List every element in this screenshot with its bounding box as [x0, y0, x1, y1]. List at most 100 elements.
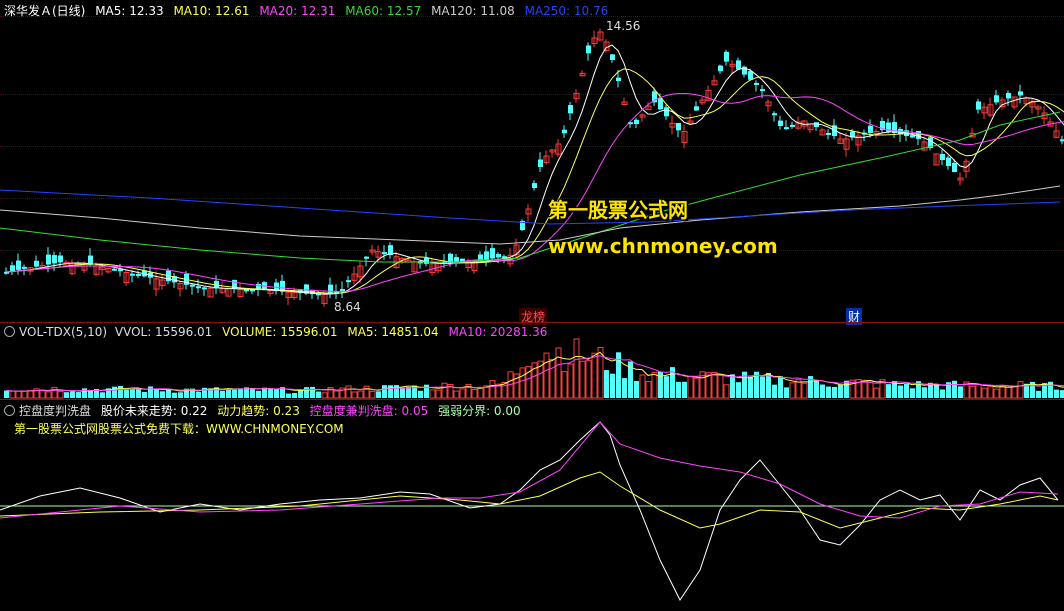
- vol-ma10-label: MA10: 20281.36: [448, 325, 548, 339]
- volume-panel[interactable]: VOL-TDX(5,10) VVOL: 15596.01 VOLUME: 155…: [0, 322, 1064, 399]
- volume-bar-down: [112, 386, 117, 398]
- price-plot: [0, 28, 1064, 307]
- volume-bar-up: [39, 389, 46, 399]
- watermark-url: www.chnmoney.com: [548, 234, 778, 258]
- volume-bar-down: [70, 391, 75, 398]
- volume-bar-up: [579, 360, 586, 399]
- volume-bar-down: [220, 390, 225, 398]
- candle-down: [112, 268, 117, 271]
- collapse-icon[interactable]: [4, 405, 15, 416]
- control-label: 控盘度兼判洗盘: 0.05: [309, 404, 429, 418]
- volume-bar-up: [489, 380, 496, 399]
- volume-bar-down: [682, 381, 687, 398]
- volume-bar-down: [748, 376, 753, 398]
- volume-bar-down: [826, 386, 831, 398]
- volume-bar-up: [27, 389, 34, 399]
- price-chart-panel[interactable]: 深华发Ａ(日线) MA5: 12.33 MA10: 12.61 MA20: 12…: [0, 0, 1064, 325]
- volume-bar-down: [784, 387, 789, 398]
- stock-title[interactable]: 深华发Ａ(日线): [4, 4, 85, 18]
- volume-bar-up: [567, 363, 574, 399]
- volume-bar-down: [178, 392, 183, 398]
- volume-bar-up: [471, 388, 478, 399]
- volume-bar-down: [82, 388, 87, 398]
- volume-bar-down: [292, 392, 297, 398]
- volume-bar-down: [952, 380, 957, 398]
- indicator-subline: 第一股票公式网股票公式免费下载：WWW.CHNMONEY.COM: [14, 422, 344, 436]
- candle-down: [664, 107, 669, 117]
- candle-down: [532, 183, 537, 188]
- volume-bar-down: [814, 380, 819, 398]
- ma20-label: MA20: 12.31: [259, 4, 336, 18]
- vvol-label: VVOL: 15596.01: [114, 325, 213, 339]
- volume-bar-up: [21, 390, 28, 399]
- volume-bar-down: [844, 380, 849, 398]
- candle-down: [790, 124, 795, 127]
- volume-bar-down: [760, 376, 765, 398]
- candle-down: [916, 130, 921, 139]
- volume-bar-up: [969, 385, 976, 399]
- indicator-name[interactable]: 控盘度判洗盘: [19, 404, 91, 418]
- volume-bar-down: [160, 391, 165, 398]
- volume-bar-down: [286, 393, 291, 398]
- candle-down: [616, 77, 621, 81]
- volume-bar-down: [124, 389, 129, 398]
- volume-bar-up: [981, 387, 988, 399]
- volume-bar-up: [549, 358, 556, 399]
- volume-bar-down: [622, 378, 627, 398]
- volume-bar-up: [57, 390, 64, 399]
- ma60-label: MA60: 12.57: [345, 4, 422, 18]
- volume-bar-down: [604, 370, 609, 398]
- divide-label: 强弱分界: 0.00: [438, 404, 521, 418]
- volume-bar-up: [543, 352, 550, 399]
- volume-bar-down: [838, 385, 843, 398]
- candle-down: [46, 254, 51, 265]
- candle-down: [10, 265, 15, 271]
- candle-down: [340, 289, 345, 292]
- volume-bar-down: [664, 376, 669, 398]
- ma120-label: MA120: 11.08: [431, 4, 515, 18]
- volume-bar-down: [400, 387, 405, 398]
- volume-indicator-name[interactable]: VOL-TDX(5,10): [19, 325, 107, 339]
- volume-bar-up: [723, 384, 730, 399]
- candle-down: [538, 159, 543, 167]
- volume-bar-down: [418, 390, 423, 398]
- volume-bar-down: [1060, 390, 1064, 398]
- candle-down: [940, 153, 945, 160]
- volume-bar-up: [993, 388, 1000, 399]
- watermark-title: 第一股票公式网: [548, 198, 688, 222]
- volume-bar-down: [304, 387, 309, 398]
- candle-down: [676, 123, 681, 131]
- volume-bar-down: [196, 391, 201, 398]
- indicator-panel[interactable]: 控盘度判洗盘 股价未来走势: 0.22 动力趋势: 0.23 控盘度兼判洗盘: …: [0, 399, 1064, 611]
- indicator-header: 控盘度判洗盘 股价未来走势: 0.22 动力趋势: 0.23 控盘度兼判洗盘: …: [4, 402, 527, 419]
- collapse-icon[interactable]: [4, 326, 15, 337]
- volume-bar-down: [232, 389, 237, 398]
- volume-bar-down: [166, 389, 171, 398]
- candle-down: [496, 254, 501, 258]
- volume-bar-up: [345, 385, 352, 399]
- candle-down: [58, 255, 63, 263]
- ma10-label: MA10: 12.61: [173, 4, 250, 18]
- volume-bar-up: [477, 386, 484, 399]
- volume-bar-down: [904, 384, 909, 398]
- volume-bar-up: [801, 382, 808, 399]
- volume-bar-down: [238, 388, 243, 398]
- volume-bar-up: [1017, 381, 1024, 399]
- volume-bar-down: [610, 373, 615, 398]
- candle-down: [946, 157, 951, 166]
- candle-down: [868, 125, 873, 133]
- candle-down: [22, 266, 27, 269]
- volume-bar-down: [772, 384, 777, 398]
- candle-down: [772, 113, 777, 116]
- volume-bar-up: [1005, 386, 1012, 399]
- volume-bar-down: [256, 390, 261, 398]
- volume-bar-up: [9, 390, 16, 399]
- volume-bar-up: [51, 386, 58, 399]
- volume-bar-up: [573, 338, 580, 399]
- volume-bar-down: [172, 392, 177, 398]
- volume-bar-down: [274, 388, 279, 398]
- volume-bar-down: [4, 390, 9, 398]
- candle-down: [346, 280, 351, 283]
- volume-bar-up: [429, 389, 436, 399]
- volume-bar-up: [873, 387, 880, 399]
